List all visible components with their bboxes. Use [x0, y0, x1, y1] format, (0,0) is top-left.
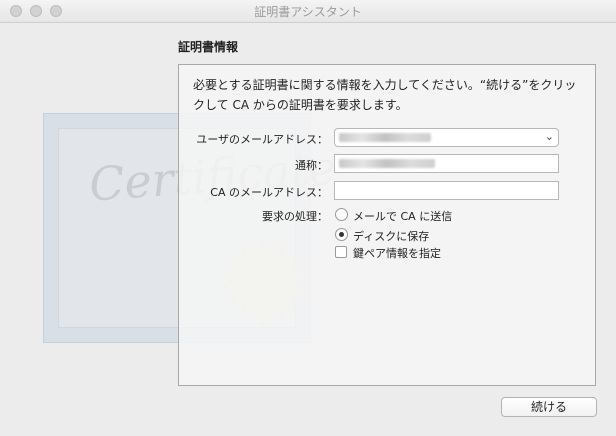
redacted-value [339, 133, 431, 142]
chevron-down-icon: ⌄ [544, 130, 554, 143]
ca-email-label: CA のメールアドレス： [210, 186, 328, 199]
save-to-disk-label[interactable]: ディスクに保存 [353, 228, 429, 244]
save-to-disk-radio[interactable] [335, 228, 348, 241]
specify-key-pair-checkbox[interactable] [335, 246, 347, 258]
request-handling-label: 要求の処理： [262, 210, 328, 223]
redacted-value [339, 159, 435, 168]
certificate-assistant-window: 証明書アシスタント Certificate 証明書情報 必要とする証明書に関する… [0, 0, 616, 436]
title-bar: 証明書アシスタント [0, 0, 616, 23]
window-title: 証明書アシスタント [254, 5, 362, 19]
send-email-to-ca-radio[interactable] [335, 208, 348, 221]
common-name-label: 通称： [295, 159, 328, 172]
section-heading: 証明書情報 [178, 40, 239, 54]
instructions-text: 必要とする証明書に関する情報を入力してください。“続ける”をクリックして CA … [193, 78, 577, 112]
ca-email-field[interactable] [334, 181, 559, 200]
user-email-select[interactable]: ⌄ [334, 128, 559, 147]
specify-key-pair-label[interactable]: 鍵ペア情報を指定 [353, 245, 441, 261]
continue-button[interactable]: 続ける [501, 397, 597, 417]
radio-selected-dot [339, 232, 344, 237]
user-email-label: ユーザのメールアドレス： [196, 133, 328, 146]
common-name-field[interactable] [334, 154, 559, 173]
send-email-to-ca-label[interactable]: メールで CA に送信 [353, 208, 452, 224]
